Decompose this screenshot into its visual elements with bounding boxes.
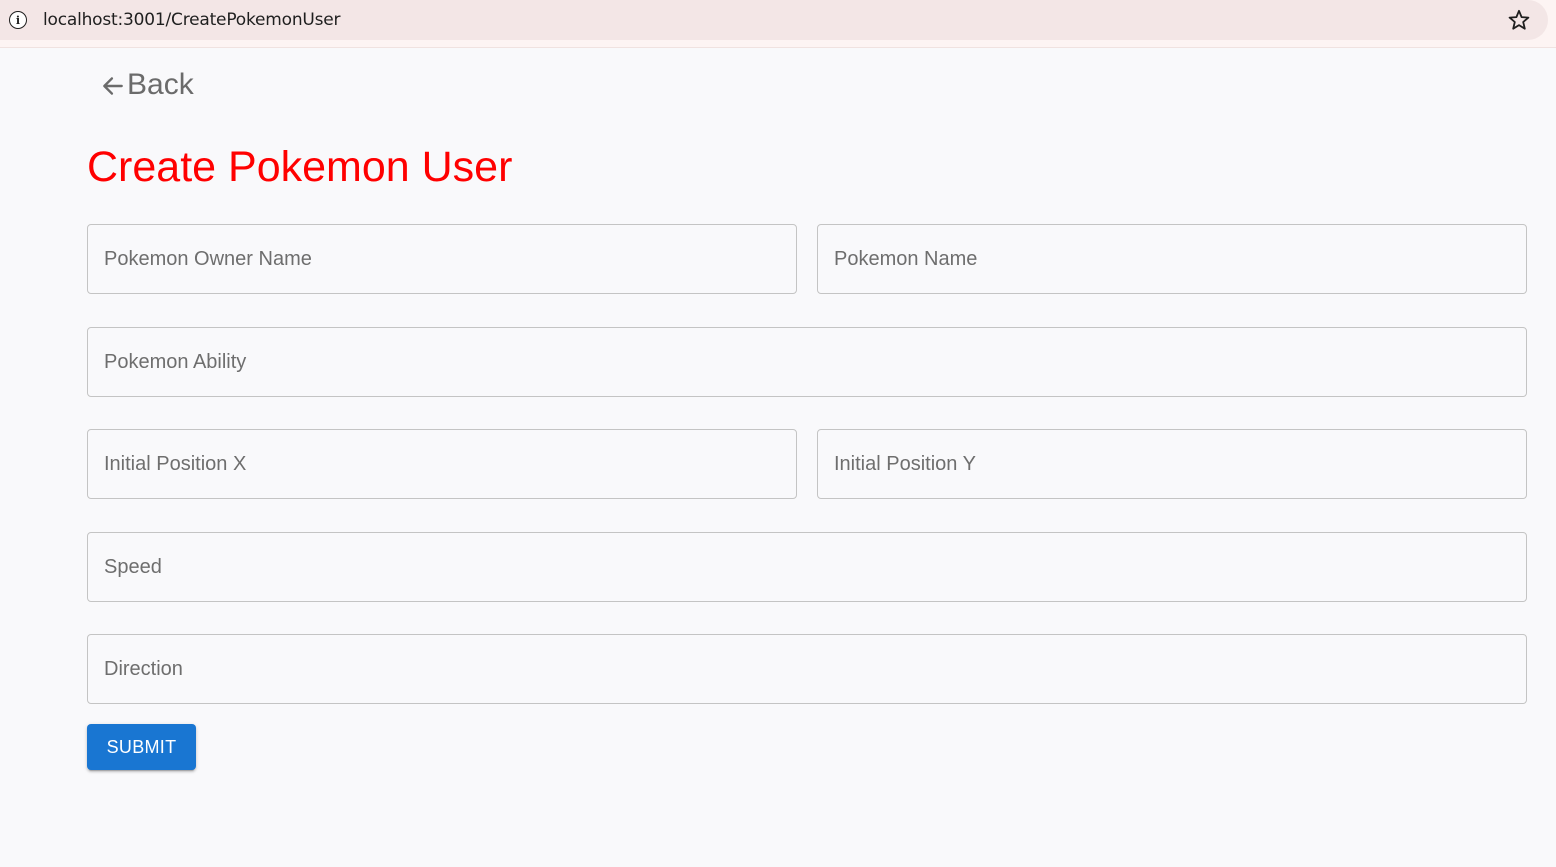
browser-address-bar: i localhost:3001/CreatePokemonUser — [0, 0, 1556, 48]
pokemon-name-input[interactable] — [818, 225, 1526, 293]
owner-name-input[interactable] — [88, 225, 796, 293]
initial-y-field — [817, 429, 1527, 499]
initial-y-input[interactable] — [818, 430, 1526, 498]
star-outline-icon[interactable] — [1507, 8, 1531, 32]
initial-x-field — [87, 429, 797, 499]
speed-field — [87, 532, 1527, 602]
back-link[interactable]: Back — [100, 68, 194, 102]
pokemon-name-field — [817, 224, 1527, 294]
url-text[interactable]: localhost:3001/CreatePokemonUser — [43, 10, 341, 30]
submit-button[interactable]: SUBMIT — [87, 724, 196, 770]
back-label: Back — [127, 68, 194, 101]
url-pill[interactable]: i localhost:3001/CreatePokemonUser — [0, 0, 1548, 40]
ability-field — [87, 327, 1527, 397]
initial-x-input[interactable] — [88, 430, 796, 498]
speed-input[interactable] — [88, 533, 1526, 601]
direction-field — [87, 634, 1527, 704]
page-title: Create Pokemon User — [87, 143, 513, 191]
info-icon[interactable]: i — [9, 11, 27, 29]
arrow-left-icon — [103, 77, 123, 95]
owner-name-field — [87, 224, 797, 294]
ability-input[interactable] — [88, 328, 1526, 396]
direction-input[interactable] — [88, 635, 1526, 703]
